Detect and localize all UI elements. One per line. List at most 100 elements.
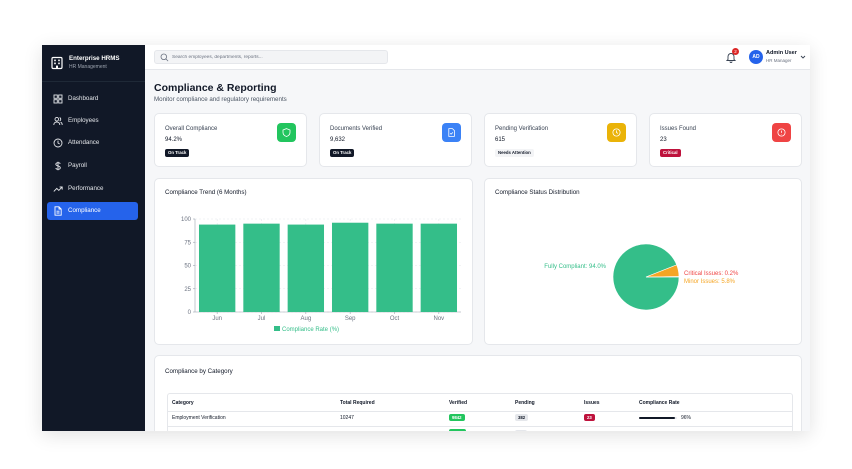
column-header: Pending (515, 400, 535, 406)
total-cell: 10247 (340, 415, 354, 421)
bar (331, 222, 369, 312)
app-window: Enterprise HRMS HR Management Dashboard … (42, 45, 810, 431)
category-table-card: Compliance by Category Category Total Re… (154, 355, 802, 431)
trend-icon (53, 186, 63, 192)
row-divider (168, 411, 792, 412)
stat-card-pending-verification: Pending Verification 615 Needs Attention (484, 113, 637, 167)
user-name[interactable]: Admin User (766, 50, 797, 56)
alert-icon (777, 128, 786, 137)
x-tick-label: Aug (300, 316, 311, 322)
app-title: Enterprise HRMS (69, 55, 120, 62)
verified-badge: 9842 (449, 414, 465, 421)
x-tick-label: Jun (212, 316, 222, 322)
status-badge: On Track (330, 149, 355, 157)
category-table: Category Total Required Verified Pending… (167, 393, 793, 431)
pie-label: Critical Issues: 0.2% (684, 271, 739, 277)
stat-icon-box (442, 123, 461, 142)
search-icon (160, 53, 169, 62)
shield-icon (282, 128, 291, 137)
sidebar-divider (42, 81, 145, 82)
y-tick-label: 0 (188, 310, 192, 316)
status-badge: Critical (660, 149, 681, 157)
sidebar-item-employees[interactable]: Employees (47, 112, 138, 130)
issues-badge: 23 (584, 414, 595, 421)
chevron-down-icon[interactable] (800, 54, 806, 60)
compliance-status-card: Compliance Status Distribution Fully Com… (484, 178, 802, 345)
dollar-icon (55, 161, 61, 171)
legend-swatch (274, 326, 280, 331)
y-tick-label: 25 (184, 287, 191, 293)
status-badge: Needs Attention (495, 149, 534, 157)
users-icon (53, 116, 63, 126)
stat-value: 615 (495, 137, 506, 143)
file-check-icon (448, 128, 455, 137)
compliance-trend-chart: 0 25 50 75 100 Jun Jul Aug Sep Oct Nov Compliance R… (181, 217, 461, 333)
brand: Enterprise HRMS HR Management (50, 53, 140, 75)
column-header: Compliance Rate (639, 400, 680, 406)
row-divider (168, 426, 792, 427)
document-icon (54, 206, 62, 216)
sidebar-item-label: Employees (68, 117, 99, 124)
stat-icon-box (772, 123, 791, 142)
y-tick-label: 50 (184, 264, 191, 270)
stat-icon-box (607, 123, 626, 142)
app-subtitle: HR Management (69, 64, 107, 70)
stat-label: Documents Verified (330, 126, 383, 132)
stat-value: 9,632 (330, 137, 346, 143)
pie-label: Fully Compliant: 94.0% (544, 264, 606, 270)
stat-value: 94.2% (165, 137, 183, 143)
bar (376, 223, 413, 312)
notification-badge: 2 (732, 48, 739, 55)
stat-card-issues-found: Issues Found 23 Critical (649, 113, 802, 167)
x-tick-label: Jul (258, 316, 266, 322)
stat-label: Pending Verification (495, 126, 549, 132)
status-badge: On Track (165, 149, 190, 157)
search-input[interactable] (172, 52, 382, 63)
sidebar-item-label: Payroll (68, 162, 87, 169)
stat-label: Issues Found (660, 126, 697, 132)
sidebar-item-dashboard[interactable]: Dashboard (47, 90, 138, 108)
bar (198, 224, 236, 312)
bar (287, 224, 325, 312)
sidebar-item-performance[interactable]: Performance (47, 180, 138, 198)
sidebar: Enterprise HRMS HR Management Dashboard … (42, 45, 145, 431)
pending-badge-partial (515, 430, 527, 431)
page-subtitle: Monitor compliance and regulatory requir… (154, 96, 287, 103)
avatar[interactable]: AD (749, 50, 763, 64)
table-title: Compliance by Category (165, 368, 233, 375)
stat-value: 23 (660, 137, 667, 143)
stat-label: Overall Compliance (165, 126, 218, 132)
page-title: Compliance & Reporting (154, 82, 277, 94)
sidebar-item-attendance[interactable]: Attendance (47, 134, 138, 152)
compliance-trend-card: Compliance Trend (6 Months) 0 25 50 75 100 Ju… (154, 178, 473, 345)
dashboard-icon (53, 94, 63, 104)
building-icon (51, 56, 63, 70)
pie-label: Minor Issues: 5.8% (684, 279, 736, 285)
compliance-rate-fill (639, 417, 676, 419)
clock-icon (53, 138, 63, 148)
sidebar-item-label: Dashboard (68, 95, 99, 102)
column-header: Verified (449, 400, 468, 406)
sidebar-item-compliance[interactable]: Compliance (47, 202, 138, 220)
column-header: Issues (584, 400, 600, 406)
top-bar: 2 AD Admin User HR Manager (145, 45, 810, 70)
user-role: HR Manager (766, 58, 792, 63)
y-tick-label: 100 (181, 217, 192, 223)
sidebar-item-label: Attendance (68, 139, 100, 146)
column-header: Total Required (340, 400, 375, 406)
search-box (154, 50, 388, 64)
column-header: Category (172, 400, 194, 406)
compliance-rate-text: 96% (681, 415, 692, 421)
sidebar-item-label: Performance (68, 185, 104, 192)
compliance-rate-bar (639, 417, 677, 419)
sidebar-item-payroll[interactable]: Payroll (47, 157, 138, 175)
x-tick-label: Oct (390, 316, 400, 322)
legend-label: Compliance Rate (%) (282, 327, 339, 333)
x-tick-label: Nov (433, 316, 444, 322)
verified-badge-partial (449, 429, 466, 431)
stat-card-documents-verified: Documents Verified 9,632 On Track (319, 113, 472, 167)
category-cell: Employment Verification (172, 415, 226, 421)
bar (243, 223, 280, 312)
stat-card-overall-compliance: Overall Compliance 94.2% On Track (154, 113, 307, 167)
pending-badge: 382 (515, 414, 529, 421)
